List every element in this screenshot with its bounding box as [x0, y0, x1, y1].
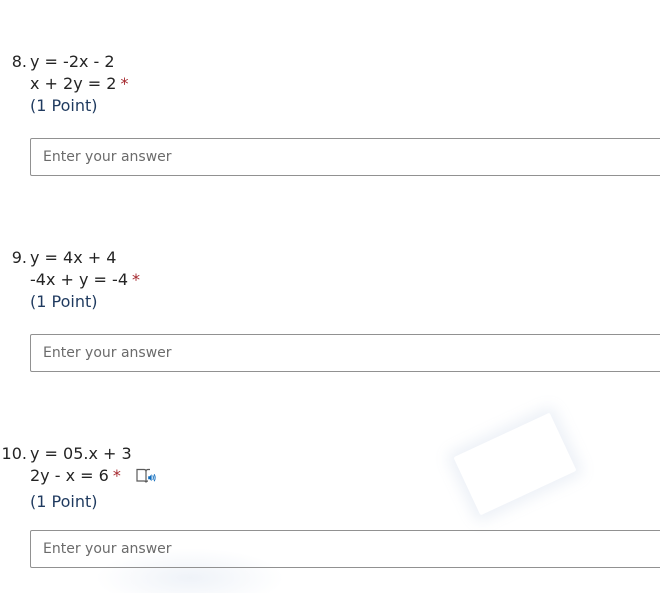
- required-asterisk: *: [120, 74, 129, 93]
- required-asterisk: *: [132, 270, 140, 289]
- question-line-2: 2y - x = 6 *: [30, 465, 157, 491]
- question-number: 10.: [1, 444, 27, 463]
- question-line-1: y = 4x + 4: [30, 248, 117, 267]
- required-asterisk: *: [112, 466, 121, 485]
- form-page: 8. y = -2x - 2 x + 2y = 2* (1 Point) 9. …: [0, 0, 660, 593]
- question-line-2: -4x + y = -4 *: [30, 269, 140, 291]
- question-line-2: x + 2y = 2 *: [30, 73, 128, 95]
- immersive-reader-icon[interactable]: [135, 467, 157, 491]
- question-text: y = 4x + 4 -4x + y = -4 * (1 Point): [30, 247, 140, 313]
- answer-input-q10[interactable]: [30, 530, 660, 568]
- answer-input-q8[interactable]: [30, 138, 660, 176]
- question-line-2-text: x + 2y = 2: [30, 74, 117, 93]
- question-line-2-text: 2y - x = 6: [30, 466, 109, 485]
- question-number: 8.: [11, 52, 27, 71]
- question-line-2-text: -4x + y = -4: [30, 270, 128, 289]
- question-points: (1 Point): [30, 492, 98, 511]
- question-line-1: y = 05.x + 3: [30, 444, 132, 463]
- background-card-decoration: [453, 412, 577, 516]
- question-points: (1 Point): [30, 292, 98, 311]
- question-points: (1 Point): [30, 96, 98, 115]
- question-number: 9.: [11, 248, 27, 267]
- question-text: y = -2x - 2 x + 2y = 2 * (1 Point): [30, 51, 128, 117]
- question-line-1: y = -2x - 2: [30, 52, 115, 71]
- answer-input-q9[interactable]: [30, 334, 660, 372]
- question-text: y = 05.x + 3 2y - x = 6 * (1 Point): [30, 443, 157, 513]
